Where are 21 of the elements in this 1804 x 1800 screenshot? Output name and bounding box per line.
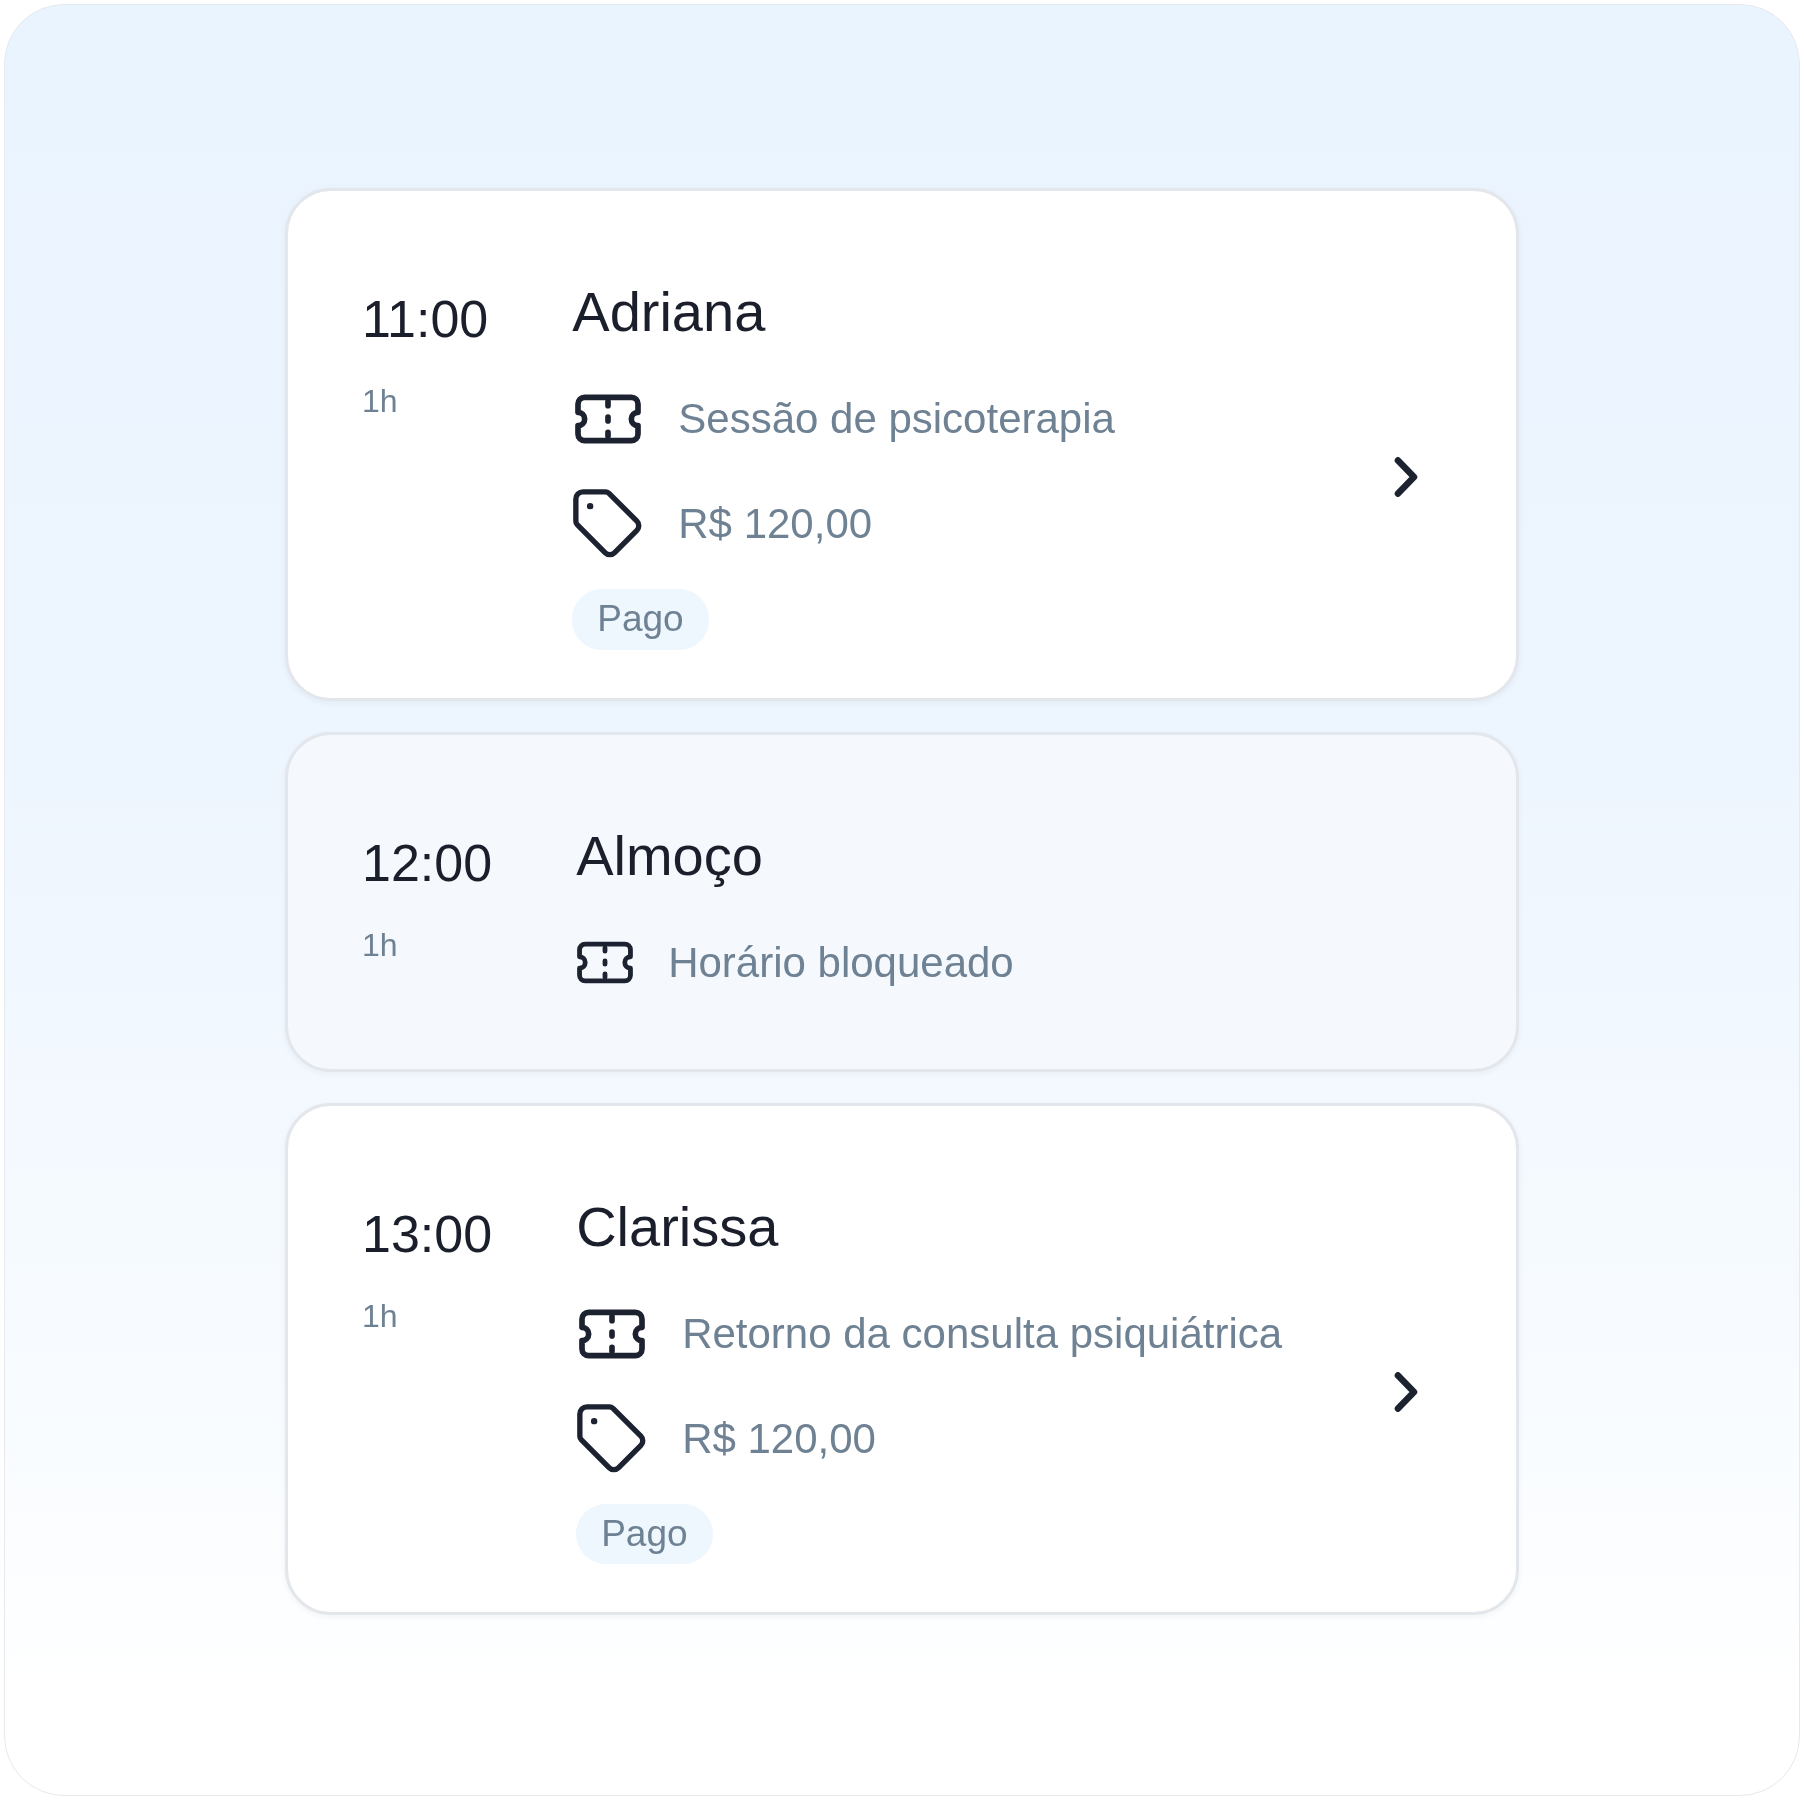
ticket-icon (579, 1307, 646, 1360)
client-name: Clarissa (576, 1193, 779, 1260)
status-badge: Pago (572, 589, 709, 650)
event-title: Almoço (576, 822, 763, 889)
service-text: Horário bloqueado (668, 937, 1014, 988)
service-text: Sessão de psicoterapia (678, 394, 1115, 444)
status-badge: Pago (576, 1503, 713, 1565)
price-text: R$ 120,00 (682, 1413, 876, 1464)
time-text: 13:00 (362, 1203, 493, 1265)
duration-text: 1h (362, 925, 398, 965)
duration-text: 1h (362, 382, 398, 421)
appointment-card[interactable]: 13:00 1h Clarissa Retorno da consulta psiquiátrica R$ 120,00 Pago (285, 1102, 1519, 1616)
service-text: Retorno da consulta psiquiátrica (682, 1308, 1283, 1359)
time-text: 11:00 (362, 289, 489, 350)
ticket-icon (575, 393, 642, 446)
duration-text: 1h (362, 1297, 398, 1336)
appointment-card[interactable]: 11:00 1h Adriana Sessão de psicoterapia R$ 120,00 Pago (285, 188, 1519, 701)
client-name: Adriana (572, 279, 766, 345)
time-text: 12:00 (362, 832, 493, 894)
ticket-icon (577, 940, 634, 986)
price-text: R$ 120,00 (678, 499, 873, 549)
